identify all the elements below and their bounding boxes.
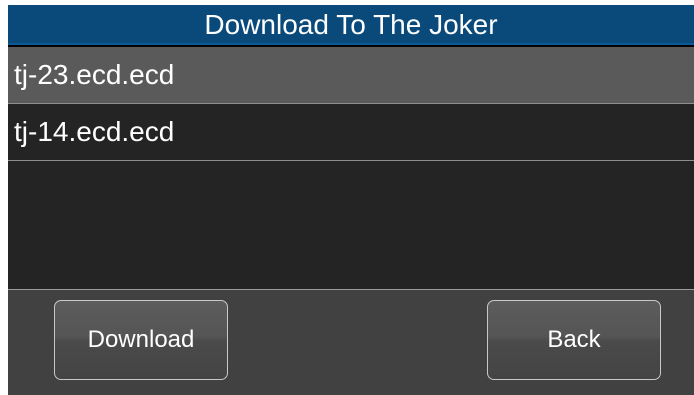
file-name-label: tj-14.ecd.ecd (14, 116, 175, 147)
file-name-label: tj-23.ecd.ecd (14, 59, 175, 90)
app-screen: Download To The Joker tj-23.ecd.ecd tj-1… (8, 5, 694, 395)
file-list[interactable]: tj-23.ecd.ecd tj-14.ecd.ecd (8, 47, 694, 290)
back-button[interactable]: Back (487, 300, 661, 380)
page-title: Download To The Joker (8, 5, 694, 45)
download-button[interactable]: Download (54, 300, 228, 380)
back-button-label: Back (547, 326, 601, 353)
download-button-label: Download (87, 326, 195, 353)
list-item[interactable]: tj-23.ecd.ecd (8, 47, 694, 104)
list-item[interactable]: tj-14.ecd.ecd (8, 104, 694, 161)
button-bar: Download Back (8, 290, 694, 395)
